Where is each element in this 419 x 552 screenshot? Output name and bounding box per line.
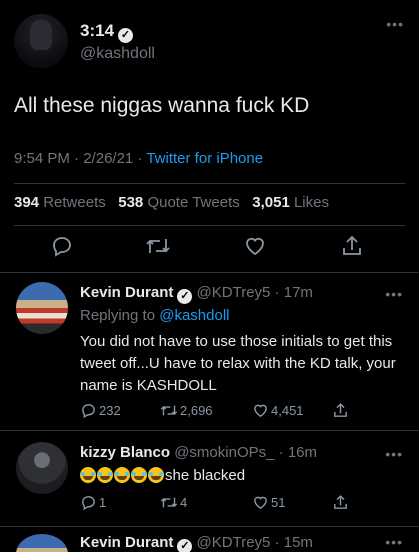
verified-icon: ✓: [118, 28, 134, 43]
divider: [0, 430, 419, 431]
reply-author-handle[interactable]: @KDTrey5: [197, 284, 271, 301]
reply-item[interactable]: kizzy Blanco @smokinOPs_ · 16m ••• she b…: [0, 442, 419, 522]
retweet-button[interactable]: 4: [160, 494, 187, 511]
quote-tweets-count: 538: [118, 194, 144, 211]
share-icon[interactable]: [340, 234, 366, 260]
replying-handle-link[interactable]: @kashdoll: [159, 307, 229, 324]
retweet-button[interactable]: 2,696: [160, 402, 213, 419]
tweet-text: All these niggas wanna fuck KD: [14, 94, 310, 117]
verified-icon: ✓: [177, 539, 193, 552]
reply-icon[interactable]: [50, 234, 76, 260]
retweets-count: 394: [14, 194, 40, 211]
reply-button[interactable]: 232: [80, 402, 121, 419]
user-handle[interactable]: @kashdoll: [80, 45, 155, 63]
like-count: 4,451: [271, 403, 304, 418]
reply-header: Kevin Durant ✓ @KDTrey5 · 15m: [80, 534, 313, 552]
reply-author-name[interactable]: Kevin Durant: [80, 284, 173, 301]
retweet-icon[interactable]: [145, 234, 171, 260]
quote-tweets-stat[interactable]: 538 Quote Tweets: [118, 194, 239, 211]
retweets-label: Retweets: [43, 194, 106, 211]
reply-text: she blacked: [80, 465, 405, 487]
avatar[interactable]: [14, 14, 68, 68]
reply-count: 232: [99, 403, 121, 418]
divider: [0, 272, 419, 273]
reply-count: 1: [99, 495, 107, 510]
share-button[interactable]: [332, 494, 351, 511]
divider: [14, 225, 405, 226]
tweet-stats: 394 Retweets 538 Quote Tweets 3,051 Like…: [14, 194, 329, 211]
retweet-count: 4: [180, 495, 188, 510]
more-options-icon[interactable]: •••: [385, 446, 403, 462]
divider: [14, 183, 405, 184]
retweets-stat[interactable]: 394 Retweets: [14, 194, 106, 211]
divider: [0, 526, 419, 527]
replying-to: Replying to @kashdoll: [80, 307, 229, 324]
reply-author-name[interactable]: Kevin Durant: [80, 534, 173, 551]
reply-age: 15m: [283, 534, 313, 551]
like-button[interactable]: 51: [252, 494, 285, 511]
reply-text: You did not have to use those initials t…: [80, 333, 396, 394]
reply-author-handle[interactable]: @smokinOPs_: [174, 444, 274, 461]
separator: ·: [278, 444, 284, 461]
reply-age: 17m: [283, 284, 313, 301]
like-icon[interactable]: [243, 234, 269, 260]
reply-author-handle[interactable]: @KDTrey5: [197, 534, 271, 551]
like-button[interactable]: 4,451: [252, 402, 304, 419]
more-options-icon[interactable]: •••: [386, 16, 404, 32]
tweet-header: 3:14 ✓ @kashdoll •••: [14, 14, 406, 74]
reply-author-name[interactable]: kizzy Blanco: [80, 444, 170, 461]
reply-button[interactable]: 1: [80, 494, 106, 511]
reply-header: kizzy Blanco @smokinOPs_ · 16m: [80, 444, 317, 461]
quote-tweets-label: Quote Tweets: [147, 194, 240, 211]
likes-count: 3,051: [252, 194, 290, 211]
verified-icon: ✓: [177, 289, 193, 304]
separator: ·: [274, 534, 280, 551]
separator: ·: [74, 150, 80, 167]
laughing-emoji-icons: [80, 467, 165, 484]
avatar[interactable]: [16, 442, 68, 494]
avatar[interactable]: [16, 282, 68, 334]
display-name[interactable]: 3:14 ✓: [80, 21, 134, 43]
tweet-source-link[interactable]: Twitter for iPhone: [146, 150, 263, 167]
like-count: 51: [271, 495, 286, 510]
reply-item[interactable]: Kevin Durant ✓ @KDTrey5 · 17m ••• Replyin…: [0, 282, 419, 430]
replying-label: Replying to: [80, 307, 156, 324]
tweet-date: 2/26/21: [83, 150, 134, 167]
reply-text-content: she blacked: [165, 467, 246, 484]
display-name-text: 3:14: [80, 21, 115, 40]
avatar[interactable]: [16, 534, 68, 552]
likes-stat[interactable]: 3,051 Likes: [252, 194, 329, 211]
reply-age: 16m: [287, 444, 317, 461]
reply-item[interactable]: Kevin Durant ✓ @KDTrey5 · 15m •••: [0, 534, 419, 552]
retweet-count: 2,696: [180, 403, 213, 418]
tweet-meta: 9:54 PM · 2/26/21 · Twitter for iPhone: [14, 150, 263, 167]
tweet-time: 9:54 PM: [14, 150, 70, 167]
tweet-actions: [0, 232, 419, 266]
reply-header: Kevin Durant ✓ @KDTrey5 · 17m: [80, 284, 313, 304]
share-button[interactable]: [332, 402, 351, 419]
more-options-icon[interactable]: •••: [385, 286, 403, 302]
separator: ·: [137, 150, 143, 167]
likes-label: Likes: [293, 194, 329, 211]
separator: ·: [274, 284, 280, 301]
more-options-icon[interactable]: •••: [385, 534, 403, 550]
